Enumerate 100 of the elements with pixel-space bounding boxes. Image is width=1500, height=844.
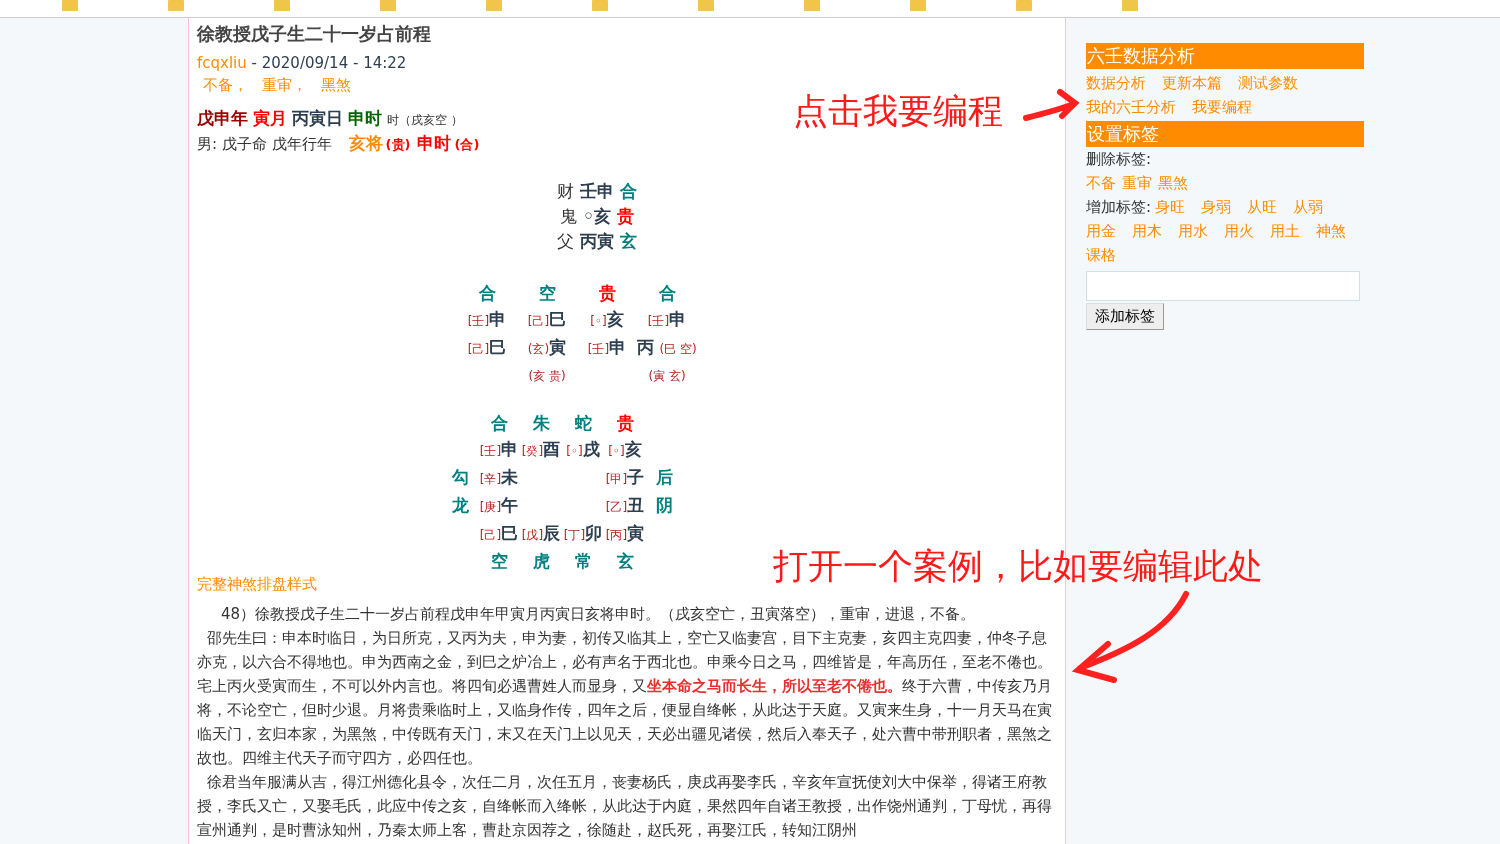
pillar-text: 戊申年 [197, 107, 248, 130]
relation-label: 父 [557, 230, 574, 253]
lesson-note: (寅 玄) [648, 368, 686, 385]
person-info: 男: 戊子命 戊年行年 [197, 135, 332, 154]
tag-link[interactable]: 用火 [1224, 219, 1254, 243]
tag-link[interactable]: 重审， [262, 76, 307, 95]
tag-link[interactable]: 用木 [1132, 219, 1162, 243]
lesson-upper: [壬]申 [467, 308, 507, 331]
tag-link[interactable]: 重审 [1122, 171, 1152, 195]
god-label: 贵 [615, 412, 635, 435]
post-date: - 2020/09/14 - 14:22 [250, 54, 407, 72]
plate-branch: [辛]未 [478, 466, 520, 489]
plate-branch: [甲]子 [604, 466, 646, 489]
god-label: 虎 [531, 550, 551, 573]
plate-branch: [壬]申 [478, 438, 520, 461]
god-label: 常 [573, 550, 593, 573]
lesson-lower: [己]巳 [467, 336, 507, 359]
sidebar-link[interactable]: 测试参数 [1238, 71, 1298, 95]
tag-link[interactable]: 用土 [1270, 219, 1300, 243]
plate-branch: [戊]辰 [520, 522, 562, 545]
god-label: 朱 [531, 412, 551, 435]
god-label: 合 [489, 412, 509, 435]
god-label: 蛇 [573, 412, 593, 435]
tag-link[interactable]: 用金 [1086, 219, 1116, 243]
plate-branch: [乙]丑 [604, 494, 646, 517]
tag-link[interactable]: 用水 [1178, 219, 1208, 243]
lesson-upper: [壬]申 [647, 308, 687, 331]
god-label: 合 [620, 180, 637, 203]
tag-link[interactable]: 课格 [1086, 243, 1116, 267]
annotation-text: 打开一个案例，比如要编辑此处 [773, 545, 1263, 588]
folder-icon[interactable] [592, 0, 608, 11]
plate-branch: [◦]亥 [607, 438, 643, 461]
sidebar-link[interactable]: 我要编程 [1192, 95, 1252, 119]
author-link[interactable]: fcqxliu [197, 54, 247, 72]
lesson-upper: [己]巳 [527, 308, 567, 331]
god-label: 合 [478, 282, 496, 305]
god-label: 贵 [598, 282, 616, 305]
tag-link[interactable]: 身弱 [1201, 195, 1232, 219]
tag-link[interactable]: 黑煞 [321, 76, 351, 95]
add-tag-button[interactable]: 添加标签 [1086, 303, 1164, 330]
lesson-note: (亥 贵) [528, 368, 566, 385]
plate-branch: [癸]酉 [520, 438, 562, 461]
god-label: 龙 [450, 494, 470, 517]
post-title: 徐教授戊子生二十一岁占前程 [197, 22, 432, 46]
tag-link[interactable]: 黑煞 [1158, 171, 1188, 195]
folder-icon[interactable] [62, 0, 78, 11]
transmission-branch: ◦亥 [583, 205, 611, 228]
god-label: 空 [489, 550, 509, 573]
folder-icon[interactable] [1122, 0, 1138, 11]
plate-branch: [庚]午 [478, 494, 520, 517]
sidebar-link[interactable]: 更新本篇 [1162, 71, 1222, 95]
tag-link[interactable]: 从旺 [1247, 195, 1278, 219]
full-chart-link[interactable]: 完整神煞排盘样式 [197, 575, 317, 594]
tag-link[interactable]: 不备 [1086, 171, 1116, 195]
pillar-text: 申时 [348, 107, 382, 130]
plate-branch: [◦]戌 [565, 438, 601, 461]
god-label: 玄 [615, 550, 635, 573]
tag-link[interactable]: 不备， [203, 76, 248, 95]
folder-icon[interactable] [698, 0, 714, 11]
plate-branch: [丙]寅 [604, 522, 646, 545]
god-label: 贵 [616, 205, 634, 228]
general-text: (合) [454, 136, 480, 154]
sidebar-link[interactable]: 我的六壬分析 [1086, 95, 1176, 119]
folder-icon[interactable] [1016, 0, 1032, 11]
folder-icon[interactable] [804, 0, 820, 11]
sidebar-link[interactable]: 数据分析 [1086, 71, 1146, 95]
section-header: 六壬数据分析 [1086, 43, 1364, 69]
relation-label: 财 [557, 180, 574, 203]
god-label: 阴 [654, 494, 674, 517]
folder-icon[interactable] [274, 0, 290, 11]
lesson-lower: (玄)寅 [527, 336, 567, 359]
transmission-branch: 壬申 [580, 180, 614, 203]
add-tags-label: 增加标签: [1086, 197, 1152, 218]
folder-icon[interactable] [910, 0, 926, 11]
folder-icon[interactable] [380, 0, 396, 11]
case-paragraph: 徐君当年服满从吉，得江州德化县令，次任二月，次任五月，丧妻杨氏，庚戌再娶李氏，辛亥年宣抚使刘大中保举，得诸王府教授，李氏又亡，又娶毛氏，此应中传之亥，自绛帐而入绛帐，从此达于内庭，果然四年自诸王教授，出作饶州通判，丁母忧，再得宣州通判，是时曹泳知州，乃秦太师上客，曹赴京因荐之，徐随赴，赵氏死，再娶江氏，转知江阴州 [197, 772, 1053, 841]
god-label: 空 [538, 282, 556, 305]
section-header: 设置标签 [1086, 121, 1364, 147]
general-text: 亥将 [348, 132, 383, 155]
god-label: 玄 [620, 230, 637, 253]
folder-icon[interactable] [168, 0, 184, 11]
tag-link[interactable]: 从弱 [1293, 195, 1324, 219]
tag-link[interactable]: 神煞 [1316, 219, 1346, 243]
god-label: 勾 [450, 466, 470, 489]
case-paragraph: 邵先生曰：申本时临日，为日所克，又丙为夫，申为妻，初传又临其上，空亡又临妻宫，目下主克妻，亥四主克四妻，仲冬子息亦克，以六合不得地也。申为西南之金，到巳之炉冶上，必有声名于西北也。申乘今日之马，四维皆是，年高历任，至老不倦也。宅上丙火受寅而生，不可以外内言也。将四旬必遇曹姓人而显身，又坐本命之马而长生，所以至老不倦也。终于六曹，中传亥乃月将，不论空亡，但时少退。月将贵乘临时上，又临身作传，四年之后，便显自绛帐，从此达于天庭。又寅来生身，十一月天马在寅临天门，玄归本家，为黑煞，中传既有天门，末又在天门上以见天，天必出疆见诸侯，然后入奉天子，处六曹中带刑职者，黑煞之故也。四维主代天子而守四方，必四任也。 [197, 628, 1053, 769]
general-text: (贵) [385, 136, 411, 154]
pillar-text: 寅月 [253, 107, 287, 130]
annotation-text: 点击我要编程 [793, 90, 1003, 133]
transmission-branch: 丙寅 [580, 230, 614, 253]
tag-input[interactable] [1086, 271, 1360, 301]
general-text: 申时 [417, 132, 452, 155]
pillar-text: 时（戌亥空 ） [387, 112, 463, 129]
pillar-text: 丙寅日 [292, 107, 343, 130]
lesson-upper: [◦]亥 [590, 308, 624, 331]
lesson-lower: 丙 (巳 空) [637, 336, 697, 359]
plate-branch: [丁]卯 [562, 522, 604, 545]
tag-link[interactable]: 身旺 [1155, 195, 1186, 219]
god-label: 合 [658, 282, 676, 305]
folder-icon[interactable] [486, 0, 502, 11]
god-label: 后 [654, 466, 674, 489]
